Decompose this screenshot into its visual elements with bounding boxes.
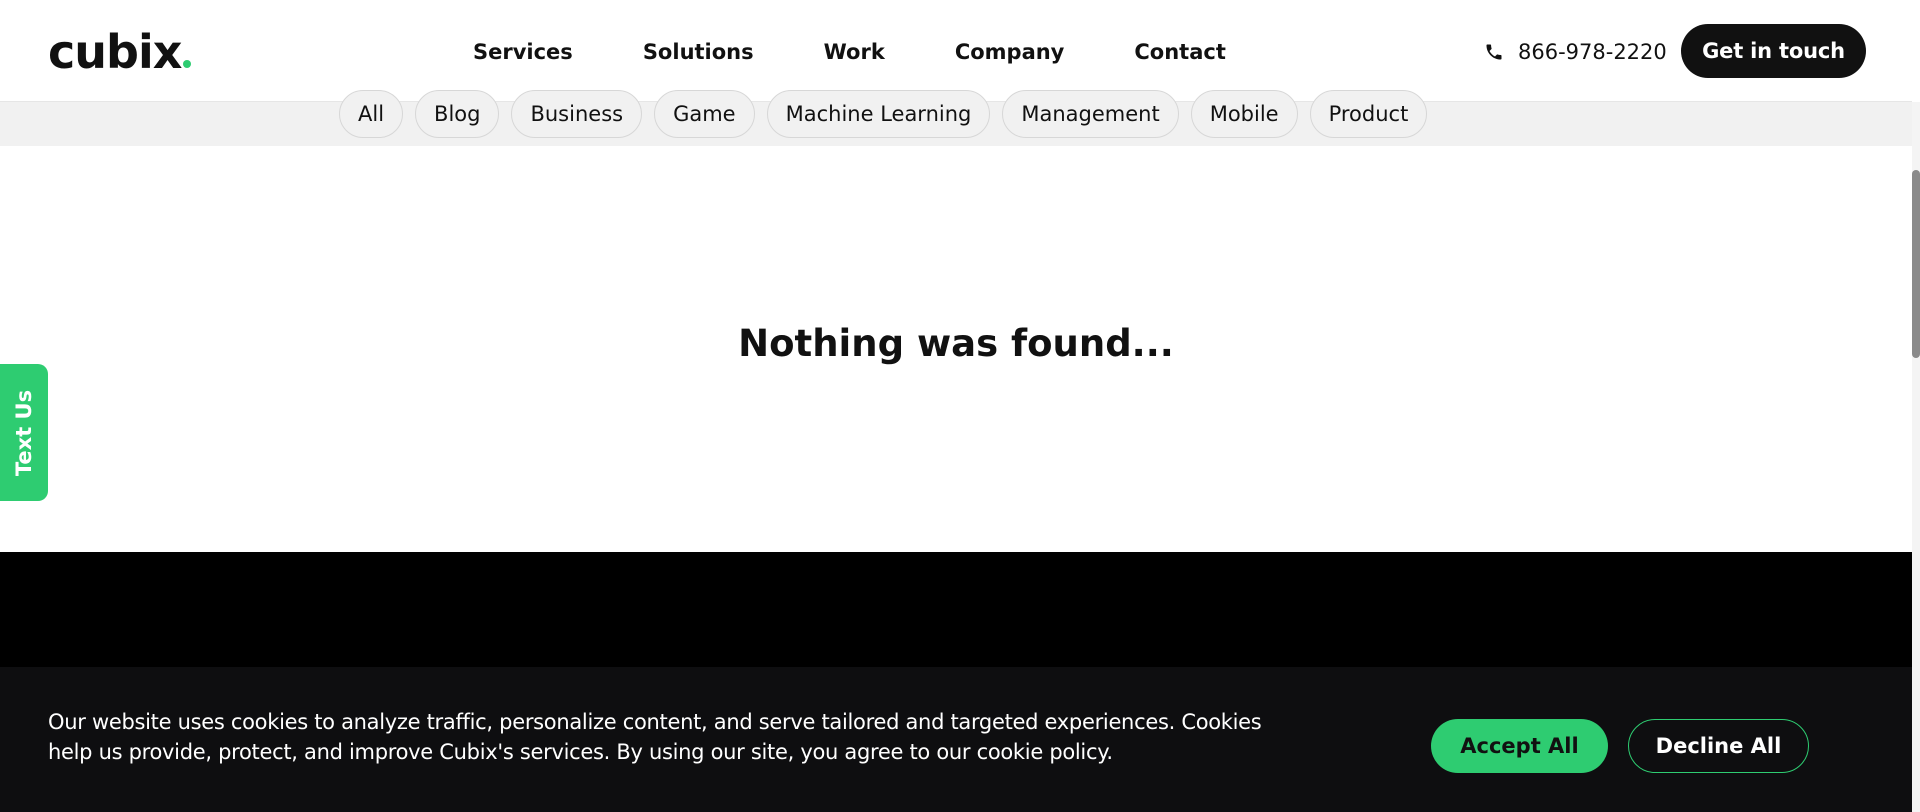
cookie-text: Our website uses cookies to analyze traf… bbox=[48, 710, 1262, 764]
logo-text: cubix bbox=[48, 25, 182, 79]
phone-icon bbox=[1486, 44, 1502, 60]
logo-dot-icon bbox=[183, 60, 192, 68]
main-nav: Services Solutions Work Company Contact bbox=[473, 36, 1296, 68]
category-game[interactable]: Game bbox=[654, 90, 755, 138]
get-in-touch-button[interactable]: Get in touch bbox=[1681, 24, 1866, 78]
scrollbar-thumb[interactable] bbox=[1912, 170, 1920, 358]
category-all[interactable]: All bbox=[339, 90, 404, 138]
page: cubix Services Solutions Work Company Co… bbox=[0, 0, 1920, 812]
cookie-banner: Our website uses cookies to analyze traf… bbox=[0, 667, 1912, 812]
category-filters: All Blog Business Game Machine Learning … bbox=[339, 90, 1428, 138]
phone-number: 866-978-2220 bbox=[1518, 40, 1667, 64]
text-us-tab[interactable]: Text Us bbox=[0, 364, 48, 501]
nav-item-solutions[interactable]: Solutions bbox=[643, 36, 754, 68]
category-blog[interactable]: Blog bbox=[415, 90, 500, 138]
site-header: cubix Services Solutions Work Company Co… bbox=[0, 0, 1912, 102]
accept-all-button[interactable]: Accept All bbox=[1431, 719, 1608, 773]
category-product[interactable]: Product bbox=[1309, 90, 1428, 138]
category-business[interactable]: Business bbox=[511, 90, 643, 138]
category-machine-learning[interactable]: Machine Learning bbox=[766, 90, 991, 138]
empty-state-message: Nothing was found... bbox=[738, 322, 1174, 365]
text-us-label: Text Us bbox=[12, 389, 37, 476]
nav-item-services[interactable]: Services bbox=[473, 36, 573, 68]
category-management[interactable]: Management bbox=[1002, 90, 1179, 138]
nav-item-contact[interactable]: Contact bbox=[1134, 36, 1226, 68]
phone-link[interactable]: 866-978-2220 bbox=[1484, 36, 1667, 68]
decline-all-button[interactable]: Decline All bbox=[1628, 719, 1809, 773]
nav-item-company[interactable]: Company bbox=[955, 36, 1065, 68]
nav-item-work[interactable]: Work bbox=[824, 36, 885, 68]
logo[interactable]: cubix bbox=[48, 22, 192, 82]
category-mobile[interactable]: Mobile bbox=[1190, 90, 1298, 138]
